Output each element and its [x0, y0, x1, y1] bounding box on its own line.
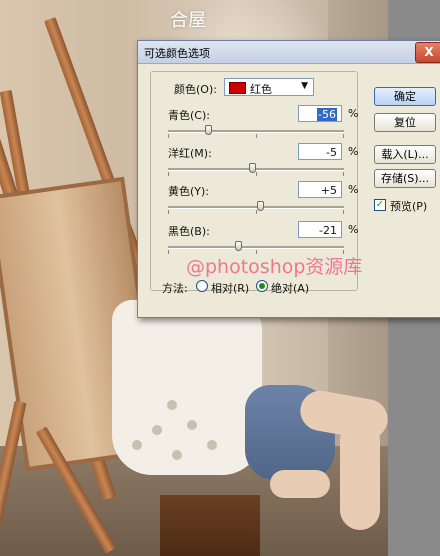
- slider-value-input[interactable]: -5: [298, 143, 342, 160]
- load-button[interactable]: 载入(L)...: [374, 145, 436, 164]
- percent-label: %: [348, 223, 359, 236]
- slider-thumb[interactable]: [249, 163, 256, 173]
- shirt-pattern: [132, 440, 142, 450]
- slider-value-text: -21: [319, 224, 337, 237]
- leg: [340, 420, 380, 530]
- title-bar[interactable]: 可选颜色选项 X: [138, 41, 440, 64]
- chevron-down-icon: ▼: [301, 81, 308, 91]
- slider-tick: [168, 210, 169, 214]
- preview-label: 预览(P): [390, 200, 428, 213]
- slider-tick: [256, 134, 257, 138]
- slider-thumb[interactable]: [235, 241, 242, 251]
- method-relative-label: 相对(R): [211, 282, 250, 295]
- slider-value-input[interactable]: -21: [298, 221, 342, 238]
- shirt-pattern: [187, 420, 197, 430]
- percent-label: %: [348, 145, 359, 158]
- check-icon: ✓: [375, 199, 385, 210]
- percent-label: %: [348, 107, 359, 120]
- method-relative-radio[interactable]: [196, 280, 208, 292]
- wooden-stool: [160, 495, 260, 556]
- close-button[interactable]: X: [415, 42, 440, 63]
- color-swatch: [229, 82, 246, 94]
- method-label: 方法:: [162, 282, 188, 295]
- slider-value-input[interactable]: -56: [298, 105, 342, 122]
- slider-value-text: +5: [320, 184, 337, 197]
- shirt-pattern: [172, 450, 182, 460]
- watermark: @photoshop资源库: [186, 256, 363, 278]
- method-absolute-label: 绝对(A): [271, 282, 310, 295]
- slider-tick: [168, 250, 169, 254]
- slider-track[interactable]: [168, 130, 344, 133]
- reset-button[interactable]: 复位: [374, 113, 436, 132]
- slider-label: 黄色(Y):: [168, 185, 210, 198]
- slider-tick: [256, 210, 257, 214]
- white-shirt: [112, 300, 262, 475]
- slider-tick: [343, 134, 344, 138]
- shirt-pattern: [207, 440, 217, 450]
- slider-value-text: -5: [326, 146, 337, 159]
- slider-label: 青色(C):: [168, 109, 210, 122]
- slider-value-input[interactable]: +5: [298, 181, 342, 198]
- preview-checkbox[interactable]: ✓: [374, 199, 386, 211]
- slider-track[interactable]: [168, 246, 344, 249]
- save-button[interactable]: 存储(S)...: [374, 169, 436, 188]
- shirt-pattern: [152, 425, 162, 435]
- colors-dropdown-value: 红色: [250, 83, 272, 96]
- slider-thumb[interactable]: [257, 201, 264, 211]
- method-absolute-radio[interactable]: [256, 280, 268, 292]
- slider-track[interactable]: [168, 168, 344, 171]
- slider-tick: [343, 172, 344, 176]
- slider-thumb[interactable]: [205, 125, 212, 135]
- slider-tick: [168, 134, 169, 138]
- logo: 合屋: [168, 8, 208, 52]
- percent-label: %: [348, 183, 359, 196]
- slider-value-text: -56: [317, 108, 337, 121]
- slider-tick: [343, 210, 344, 214]
- ok-button[interactable]: 确定: [374, 87, 436, 106]
- colors-dropdown[interactable]: 红色 ▼: [224, 78, 314, 96]
- shirt-pattern: [167, 400, 177, 410]
- slider-tick: [168, 172, 169, 176]
- slider-label: 洋红(M):: [168, 147, 212, 160]
- slider-track[interactable]: [168, 206, 344, 209]
- colors-label: 颜色(O):: [174, 83, 217, 96]
- slider-label: 黑色(B):: [168, 225, 210, 238]
- dialog-title: 可选颜色选项: [144, 47, 210, 60]
- arm: [270, 470, 330, 498]
- slider-tick: [256, 172, 257, 176]
